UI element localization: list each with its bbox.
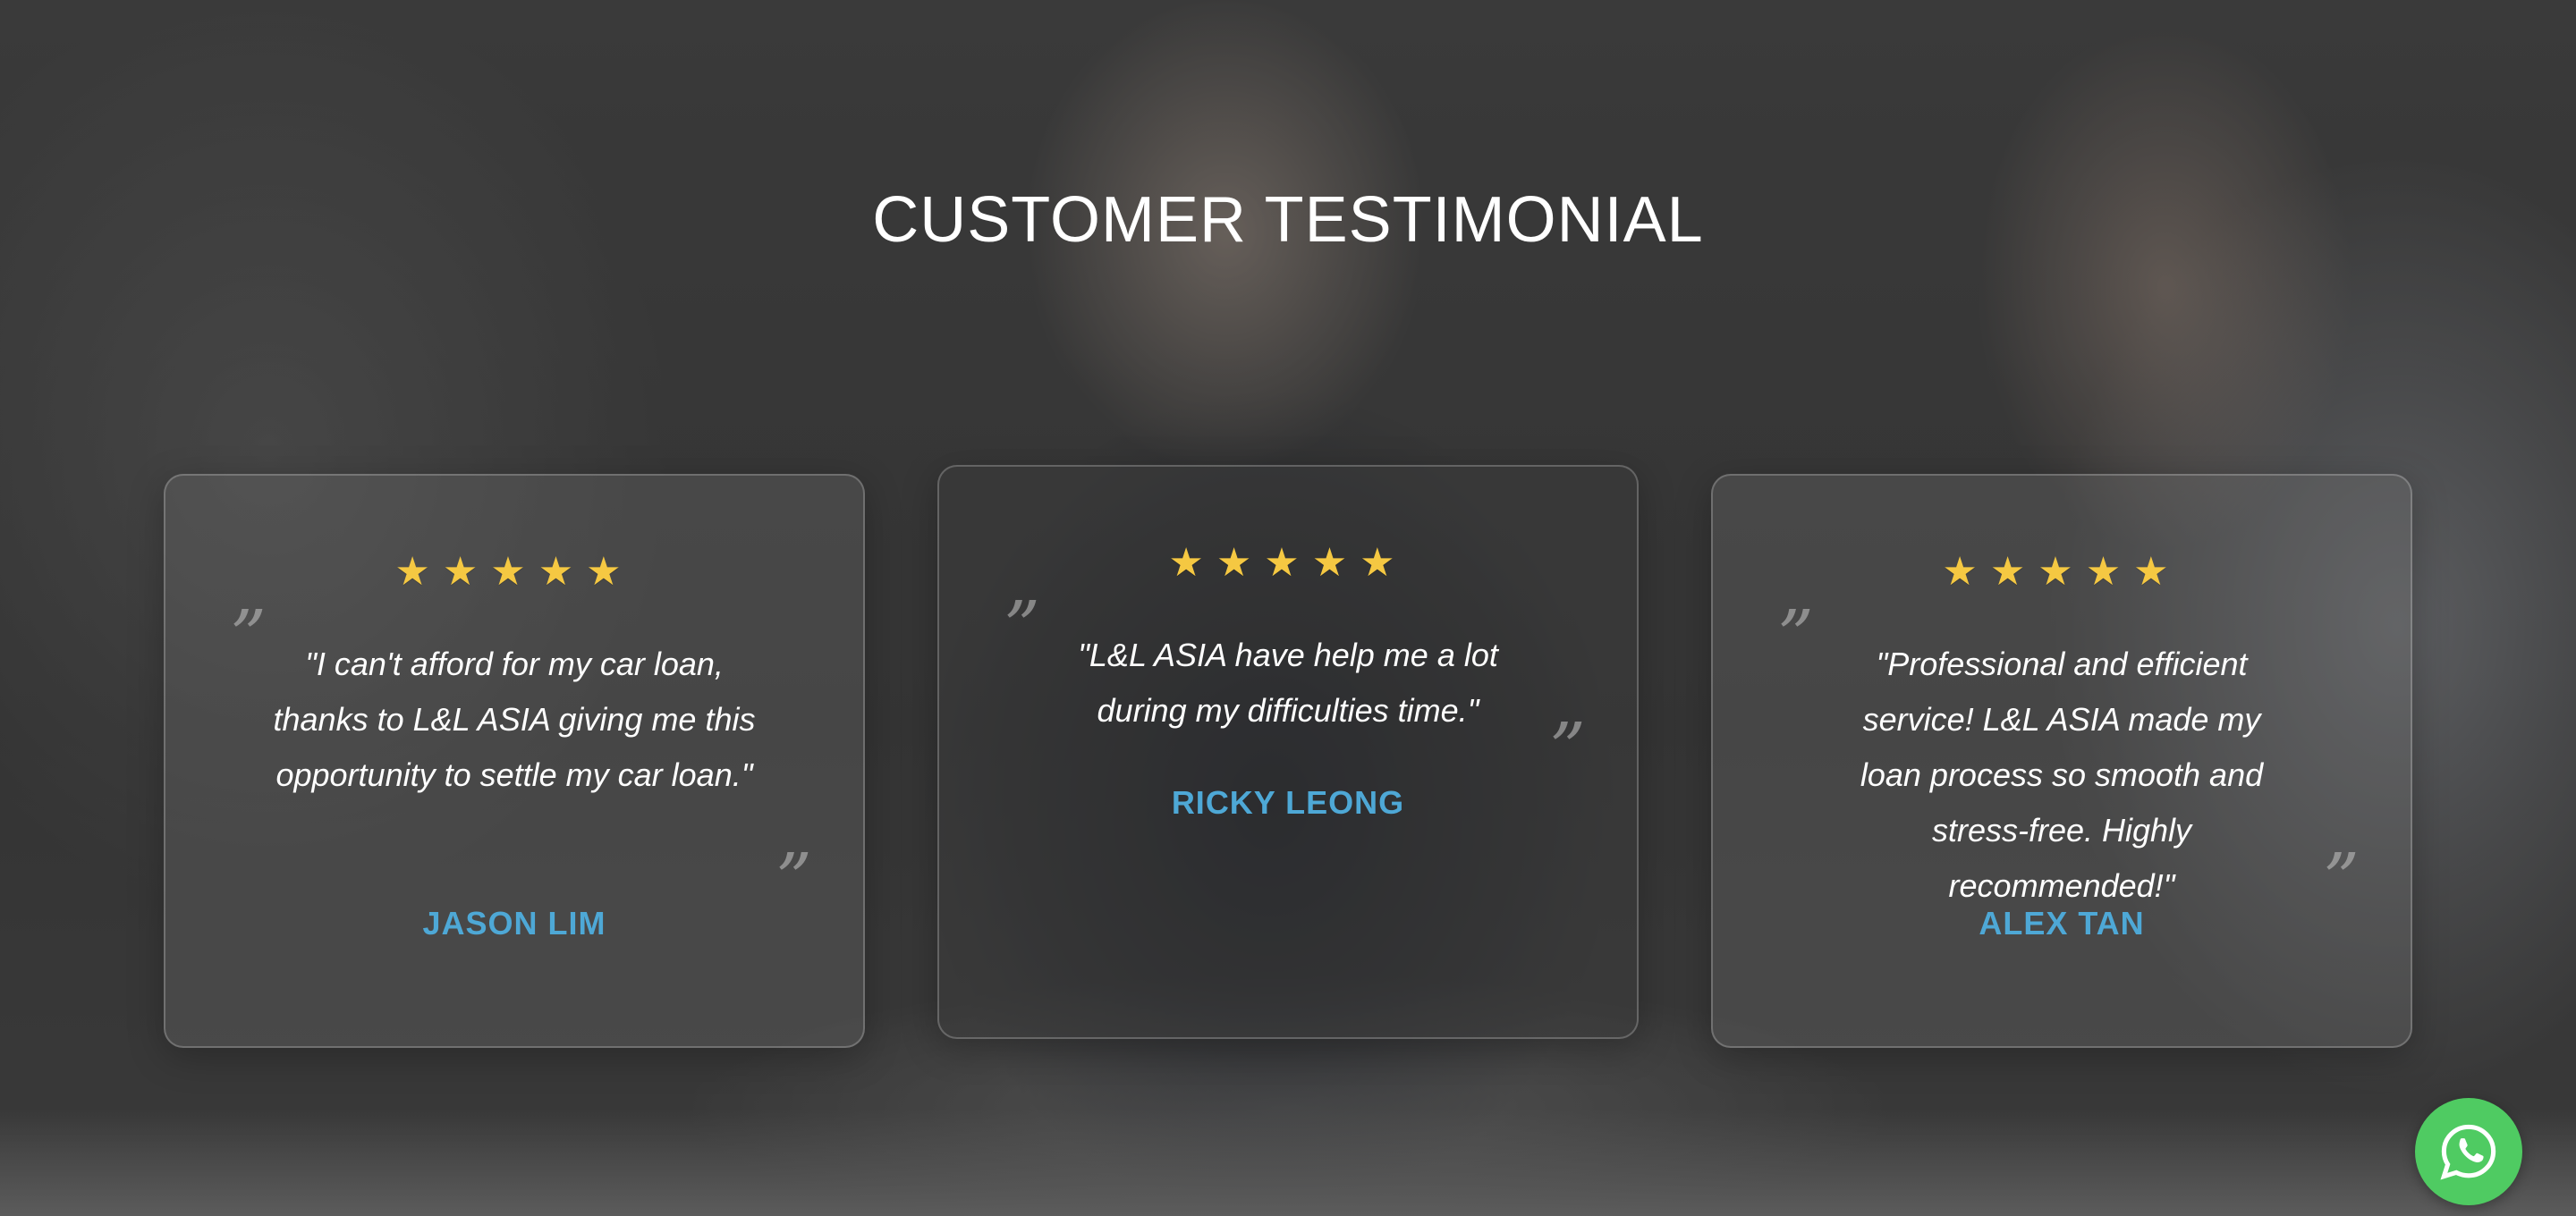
quote-open-icon: ” [230,595,267,678]
star-rating: ★★★★★ [394,549,634,595]
testimonial-name: ALEX TAN [1979,905,2145,942]
whatsapp-icon [2440,1124,2496,1180]
testimonial-name: RICKY LEONG [1171,784,1405,821]
quote-open-icon: ” [1004,586,1040,669]
whatsapp-button[interactable] [2415,1098,2522,1205]
testimonial-quote: "L&L ASIA have help me a lot during my d… [1078,637,1498,729]
testimonial-quote: "I can't afford for my car loan, thanks … [273,646,756,793]
testimonial-card: ★★★★★ ” "I can't afford for my car loan,… [164,474,865,1048]
testimonial-card: ★★★★★ ” "Professional and efficient serv… [1711,474,2412,1048]
testimonial-quote: "Professional and efficient service! L&L… [1860,646,2264,904]
testimonial-card: ★★★★★ ” "L&L ASIA have help me a lot dur… [937,465,1639,1039]
testimonial-name: JASON LIM [422,905,606,942]
star-rating: ★★★★★ [1942,549,2182,595]
quote-open-icon: ” [1777,595,1814,678]
quote-close-icon: ” [1549,707,1586,790]
bottom-fade [0,1109,2576,1216]
star-rating: ★★★★★ [1168,540,1408,586]
testimonial-section: CUSTOMER TESTIMONIAL ★★★★★ ” "I can't af… [0,0,2576,1216]
section-title: CUSTOMER TESTIMONIAL [872,184,1704,256]
